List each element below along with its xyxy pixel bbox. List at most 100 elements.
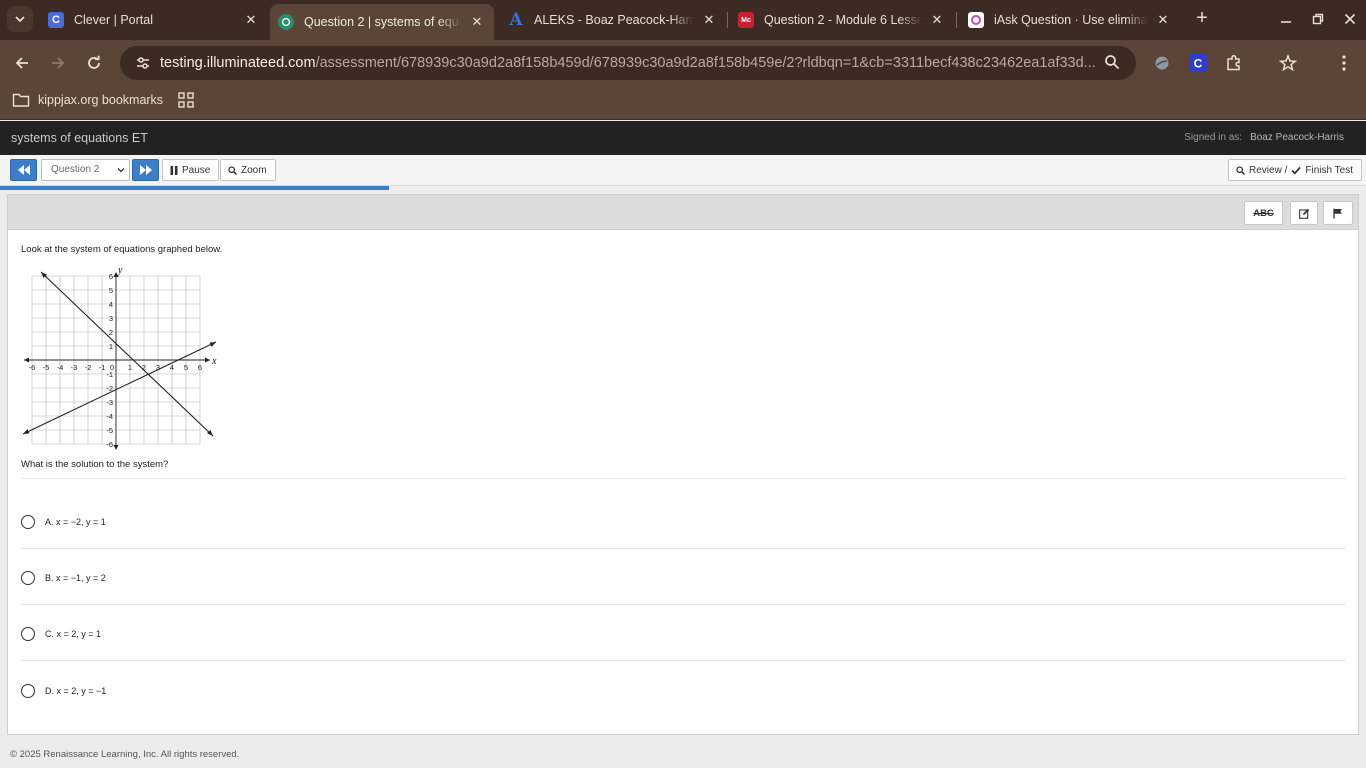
folder-icon [12,93,30,107]
new-tab-button[interactable]: + [1192,8,1212,29]
clever-extension-icon[interactable]: C [1186,51,1210,75]
choice-text: x = −2, y = 1 [56,517,106,527]
close-icon[interactable]: ✕ [468,13,486,31]
tab-search-button[interactable] [7,6,33,32]
divider [21,478,1345,479]
tab-separator [956,12,957,28]
illuminate-icon [278,14,294,30]
tab-aleks[interactable]: A ALEKS - Boaz Peacock-Harris ✕ [500,4,726,36]
x-tick-label: -6 [29,363,36,372]
y-tick-label: 1 [109,342,113,351]
tab-title: Question 2 | systems of equat [304,15,462,29]
zoom-button[interactable]: Zoom [220,159,276,181]
x-tick-label: -4 [57,363,64,372]
y-axis-label: y [117,268,123,276]
close-icon[interactable]: ✕ [928,11,946,29]
reload-button[interactable] [81,50,107,76]
user-name: Boaz Peacock-Harris [1250,132,1344,143]
zoom-label: Zoom [241,164,267,176]
strikethrough-tool-label: ABC [1253,207,1274,219]
reload-icon [88,55,100,69]
tab-iask[interactable]: iAsk Question · Use eliminatio ✕ [960,4,1180,36]
url-path: /assessment/678939c30a9d2a8f158b459d/678… [315,55,1095,71]
test-progress-bar [0,186,1366,190]
minimize-icon [1281,21,1291,23]
svg-text:C: C [1194,57,1203,71]
mcgraw-hill-icon: Mc [738,12,754,28]
x-tick-label: 2 [142,363,146,372]
tab-clever[interactable]: C Clever | Portal ✕ [40,4,268,36]
x-tick-label: 5 [184,363,188,372]
extensions-puzzle-icon[interactable] [1222,51,1246,75]
url-text: testing.illuminateed.com/assessment/6789… [160,55,1095,71]
y-tick-label: 6 [109,272,113,281]
x-axis-label: x [211,356,217,367]
x-tick-label: 1 [128,363,132,372]
graph-axes [24,272,210,450]
url-host: testing.illuminateed.com [160,55,316,71]
aleks-icon: A [509,10,523,30]
signed-in-info: Signed in as: Boaz Peacock-Harris [1184,132,1344,143]
pause-icon [170,165,178,175]
y-tick-label: 2 [109,328,113,337]
chevron-down-icon [15,16,25,23]
close-icon[interactable]: ✕ [242,11,260,29]
tab-module-6[interactable]: Mc Question 2 - Module 6 Lesson ✕ [730,4,954,36]
question-panel-header: ABC [8,195,1358,230]
forward-button[interactable] [45,50,71,76]
tab-separator [727,12,728,28]
radio-button[interactable] [21,571,35,585]
browser-menu-icon[interactable] [1332,51,1356,75]
pause-button[interactable]: Pause [162,159,220,181]
choice-letter: B. [45,573,54,583]
y-tick-label: 4 [109,300,113,309]
question-select[interactable]: Question 2 [41,159,130,181]
previous-question-button[interactable] [10,159,37,181]
bookmark-folder-kippjax[interactable]: kippjax.org bookmarks [12,92,163,108]
y-tick-label: 3 [109,314,113,323]
x-tick-label: -5 [43,363,50,372]
y-tick-label: -1 [106,370,113,379]
address-bar[interactable]: testing.illuminateed.com/assessment/6789… [120,46,1136,80]
bookmarks-bar: kippjax.org bookmarks [0,86,1366,120]
answer-choice-d[interactable]: D. x = 2, y = −1 [21,683,106,699]
zoom-indicator-icon[interactable] [1104,54,1120,75]
radio-button[interactable] [21,627,35,641]
tab-title: Clever | Portal [74,13,153,27]
question-prompt: Look at the system of equations graphed … [21,244,223,255]
answer-choice-c[interactable]: C. x = 2, y = 1 [21,626,101,642]
divider [21,604,1345,605]
x-tick-label: 4 [170,363,174,372]
radio-button[interactable] [21,684,35,698]
answer-choice-a[interactable]: A. x = −2, y = 1 [21,514,106,530]
notepad-tool-button[interactable] [1290,201,1318,225]
close-window-button[interactable] [1339,8,1361,30]
apps-grid-icon[interactable] [178,92,194,113]
review-label: Review / [1249,164,1288,176]
bookmark-star-icon[interactable] [1276,51,1300,75]
flag-icon [1333,208,1342,218]
close-icon[interactable]: ✕ [1154,11,1172,29]
assessment-title: systems of equations ET [11,131,148,145]
close-icon[interactable]: ✕ [700,11,718,29]
tab-question-2[interactable]: Question 2 | systems of equat ✕ [270,4,494,40]
extension-globe-icon[interactable] [1150,51,1174,75]
pause-label: Pause [182,164,211,176]
back-button[interactable] [9,50,35,76]
minimize-button[interactable] [1275,8,1297,30]
y-tick-label: -4 [106,412,113,421]
bookmark-folder-label: kippjax.org bookmarks [38,93,164,107]
review-finish-button[interactable]: Review / Finish Test [1228,159,1362,181]
search-icon [228,165,237,175]
next-question-button[interactable] [132,159,159,181]
strikethrough-tool-button[interactable]: ABC [1244,201,1283,225]
x-tick-label: -1 [99,363,106,372]
clever-icon: C [48,12,64,28]
flag-question-button[interactable] [1323,201,1353,225]
search-icon [1236,165,1245,175]
answer-choice-b[interactable]: B. x = −1, y = 2 [21,570,106,586]
y-tick-label: -5 [106,426,113,435]
radio-button[interactable] [21,515,35,529]
site-settings-icon[interactable] [126,55,160,71]
restore-button[interactable] [1307,8,1329,30]
